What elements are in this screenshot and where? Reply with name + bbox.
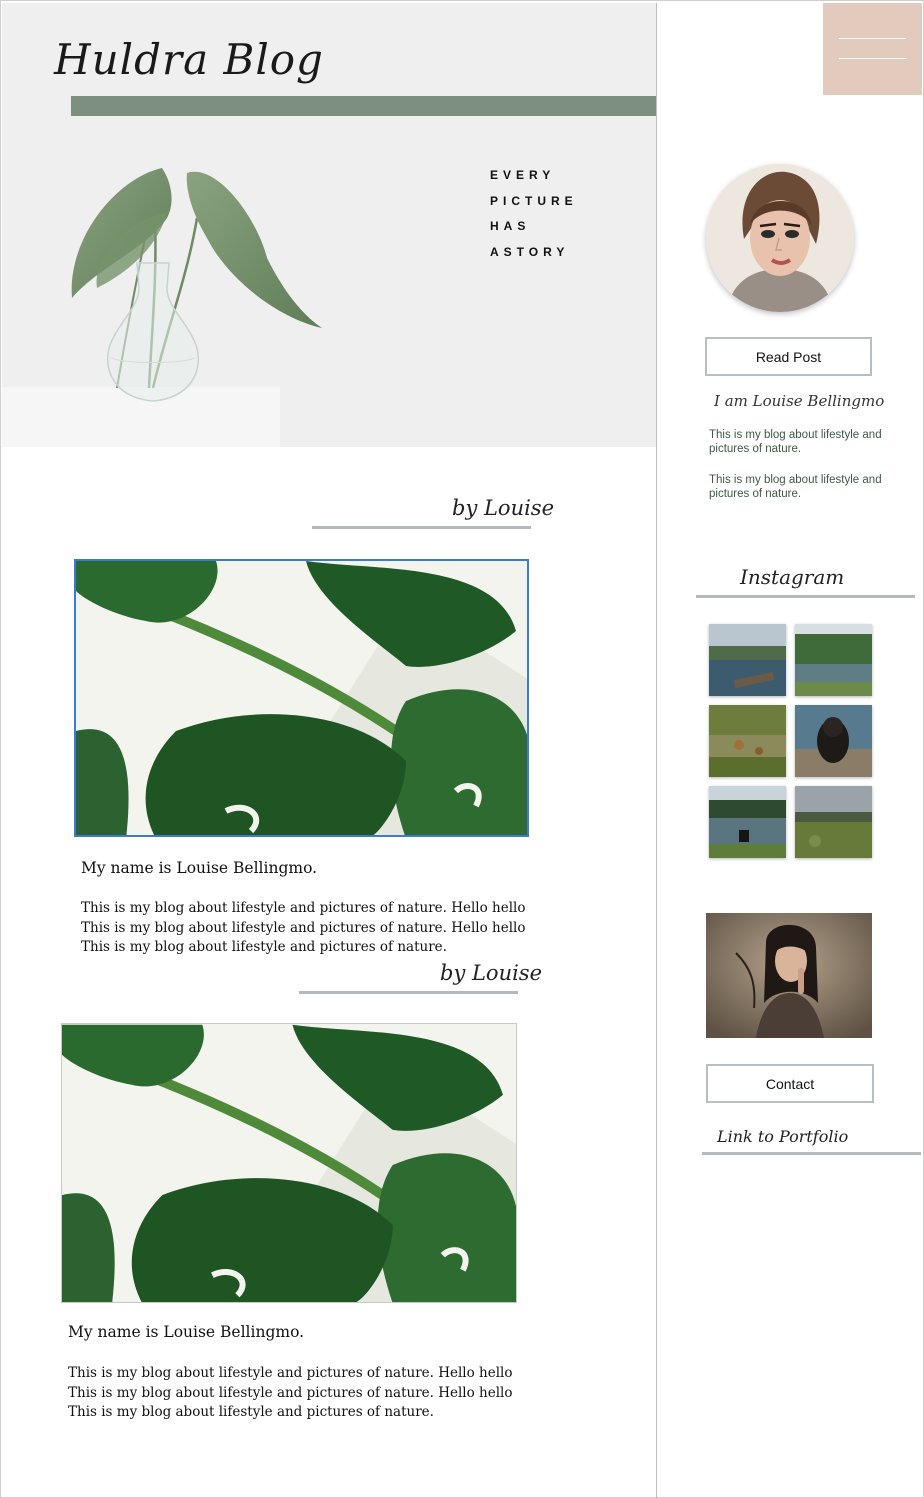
menu-line-icon [839,38,906,39]
post-body-line: This is my blog about lifestyle and pict… [68,1404,434,1420]
plant-vase-image [71,168,322,402]
about-paragraph: This is my blog about lifestyle and pict… [709,429,882,455]
instagram-thumbnail[interactable] [709,705,786,777]
tagline-line: EVERY [490,168,556,182]
post-body-line: This is my blog about lifestyle and pict… [81,919,526,936]
post-body: This is my blog about lifestyle and pict… [68,1364,513,1423]
instagram-thumbnail[interactable] [795,705,872,777]
post-byline: by Louise [452,496,555,520]
profile-avatar [706,164,854,312]
tagline-line: ASTORY [490,244,570,259]
post-heading: My name is Louise Bellingmo. [68,1323,305,1341]
byline-divider [312,526,531,529]
post-heading: My name is Louise Bellingmo. [81,859,318,877]
sidebar-divider [656,3,657,1498]
instagram-thumbnail[interactable] [709,624,786,696]
portfolio-link[interactable]: Link to Portfolio [717,1127,848,1146]
post-body-line: This is my blog about lifestyle and pict… [68,1384,513,1401]
about-paragraph: This is my blog about lifestyle and pict… [709,474,882,500]
hero-tagline: EVERY PICTURE HAS ASTORY [490,163,578,265]
post-image[interactable] [61,1023,517,1303]
tagline-line: PICTURE [490,193,578,208]
post-image[interactable] [74,559,529,837]
portrait-photo [706,913,872,1038]
post-body-line: This is my blog about lifestyle and pict… [81,900,526,916]
instagram-thumbnail[interactable] [709,786,786,858]
post-body: This is my blog about lifestyle and pict… [81,899,526,958]
post-body-line: This is my blog about lifestyle and pict… [81,939,447,955]
instagram-thumbnail[interactable] [795,786,872,858]
post-byline: by Louise [440,961,543,985]
hero-banner: Huldra Blog EVERY PICTURE HAS ASTORY [2,3,656,447]
instagram-divider [696,595,915,598]
read-post-button[interactable]: Read Post [705,337,872,376]
instagram-thumbnail[interactable] [795,624,872,696]
portfolio-divider [702,1152,921,1155]
hero-accent-bar [71,96,656,116]
tagline-line: HAS [490,219,531,233]
post-body-line: This is my blog about lifestyle and pict… [68,1365,513,1381]
blog-title[interactable]: Huldra Blog [54,35,324,84]
menu-line-icon [839,58,906,59]
hamburger-menu-button[interactable] [823,3,922,95]
byline-divider [299,991,518,994]
instagram-title: Instagram [740,565,845,589]
contact-button[interactable]: Contact [706,1064,874,1103]
about-title: I am Louise Bellingmo [714,392,885,410]
